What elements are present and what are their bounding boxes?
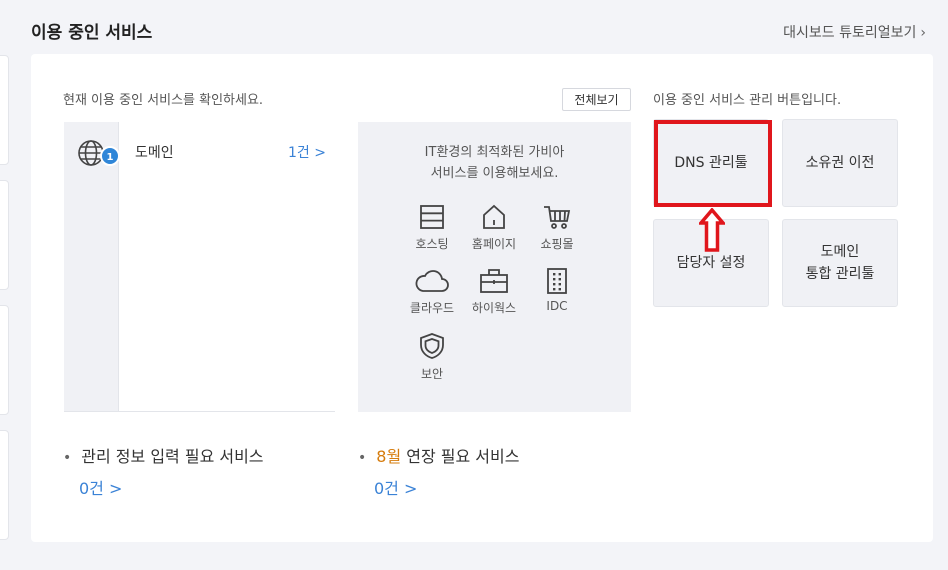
shield-icon: [420, 333, 444, 359]
promo-text-line2: 서비스를 이용해보세요.: [430, 166, 559, 181]
renewal-title: • 8월 연장 필요 서비스: [358, 443, 519, 467]
domain-integrated-tool-button[interactable]: 도메인 통합 관리툴: [782, 219, 898, 307]
promo-text: IT환경의 최적화된 가비아 서비스를 이용해보세요.: [358, 142, 631, 184]
intro-text: 현재 이용 중인 서비스를 확인하세요.: [63, 93, 264, 108]
side-card-3: [0, 305, 9, 415]
briefcase-icon: [480, 269, 508, 293]
promo-item-label: 하이웍스: [471, 301, 517, 315]
promo-item-shopping[interactable]: 쇼핑몰: [526, 204, 588, 252]
server-icon: [420, 205, 444, 229]
side-card-1: [0, 55, 9, 165]
promo-item-security[interactable]: 보안: [401, 332, 463, 382]
up-arrow-icon: [699, 208, 725, 252]
promo-item-label: 클라우드: [409, 301, 455, 315]
promo-area: IT환경의 최적화된 가비아 서비스를 이용해보세요. 호스팅 홈페이지 쇼핑몰…: [358, 122, 631, 412]
promo-item-label: 보안: [420, 367, 444, 381]
promo-item-idc[interactable]: IDC: [526, 268, 588, 313]
promo-item-cloud[interactable]: 클라우드: [401, 268, 463, 316]
promo-text-line1: IT환경의 최적화된 가비아: [424, 145, 565, 160]
cart-icon: [544, 206, 571, 229]
management-description: 이용 중인 서비스 관리 버튼입니다.: [653, 93, 842, 108]
service-list: 1 도메인 1건 >: [64, 122, 335, 412]
info-required-count-link[interactable]: 0건 >: [79, 475, 122, 499]
bullet-dot: •: [358, 450, 367, 466]
renewal-count-link[interactable]: 0건 >: [374, 475, 417, 499]
promo-item-hosting[interactable]: 호스팅: [401, 204, 463, 252]
service-count-badge: 1: [100, 146, 120, 166]
promo-item-label: 호스팅: [415, 237, 449, 251]
promo-item-hiworks[interactable]: 하이웍스: [463, 268, 525, 316]
renewal-label: 연장 필요 서비스: [401, 447, 520, 466]
cloud-icon: [415, 270, 449, 292]
info-required-title: • 관리 정보 입력 필요 서비스: [63, 443, 264, 467]
tutorial-link-label: 대시보드 튜토리얼보기: [783, 25, 917, 41]
service-icon-column: 1: [64, 122, 120, 411]
service-name-domain: 도메인: [135, 145, 174, 161]
promo-item-label: IDC: [546, 299, 568, 313]
bullet-dot: •: [63, 450, 72, 466]
side-card-2: [0, 180, 9, 290]
side-card-4: [0, 430, 9, 540]
globe-icon: 1: [76, 138, 120, 168]
promo-item-label: 쇼핑몰: [540, 237, 574, 251]
view-all-button[interactable]: 전체보기: [562, 88, 631, 111]
info-required-label: 관리 정보 입력 필요 서비스: [81, 447, 264, 466]
renewal-month: 8월: [376, 447, 402, 466]
services-panel: 현재 이용 중인 서비스를 확인하세요. 전체보기 이용 중인 서비스 관리 버…: [31, 54, 933, 542]
domain-tool-line1: 도메인: [820, 244, 860, 260]
section-title: 이용 중인 서비스: [31, 23, 153, 43]
promo-item-label: 홈페이지: [471, 237, 517, 251]
chevron-right-icon: ›: [920, 25, 926, 41]
domain-tool-line2: 통합 관리툴: [805, 266, 875, 282]
building-icon: [547, 268, 567, 294]
promo-item-homepage[interactable]: 홈페이지: [463, 204, 525, 252]
dashboard-tutorial-link[interactable]: 대시보드 튜토리얼보기 ›: [783, 22, 926, 42]
house-icon: [483, 204, 505, 229]
service-count-link[interactable]: 1건 >: [288, 142, 326, 162]
dns-manager-button[interactable]: DNS 관리툴: [653, 119, 769, 207]
ownership-transfer-button[interactable]: 소유권 이전: [782, 119, 898, 207]
